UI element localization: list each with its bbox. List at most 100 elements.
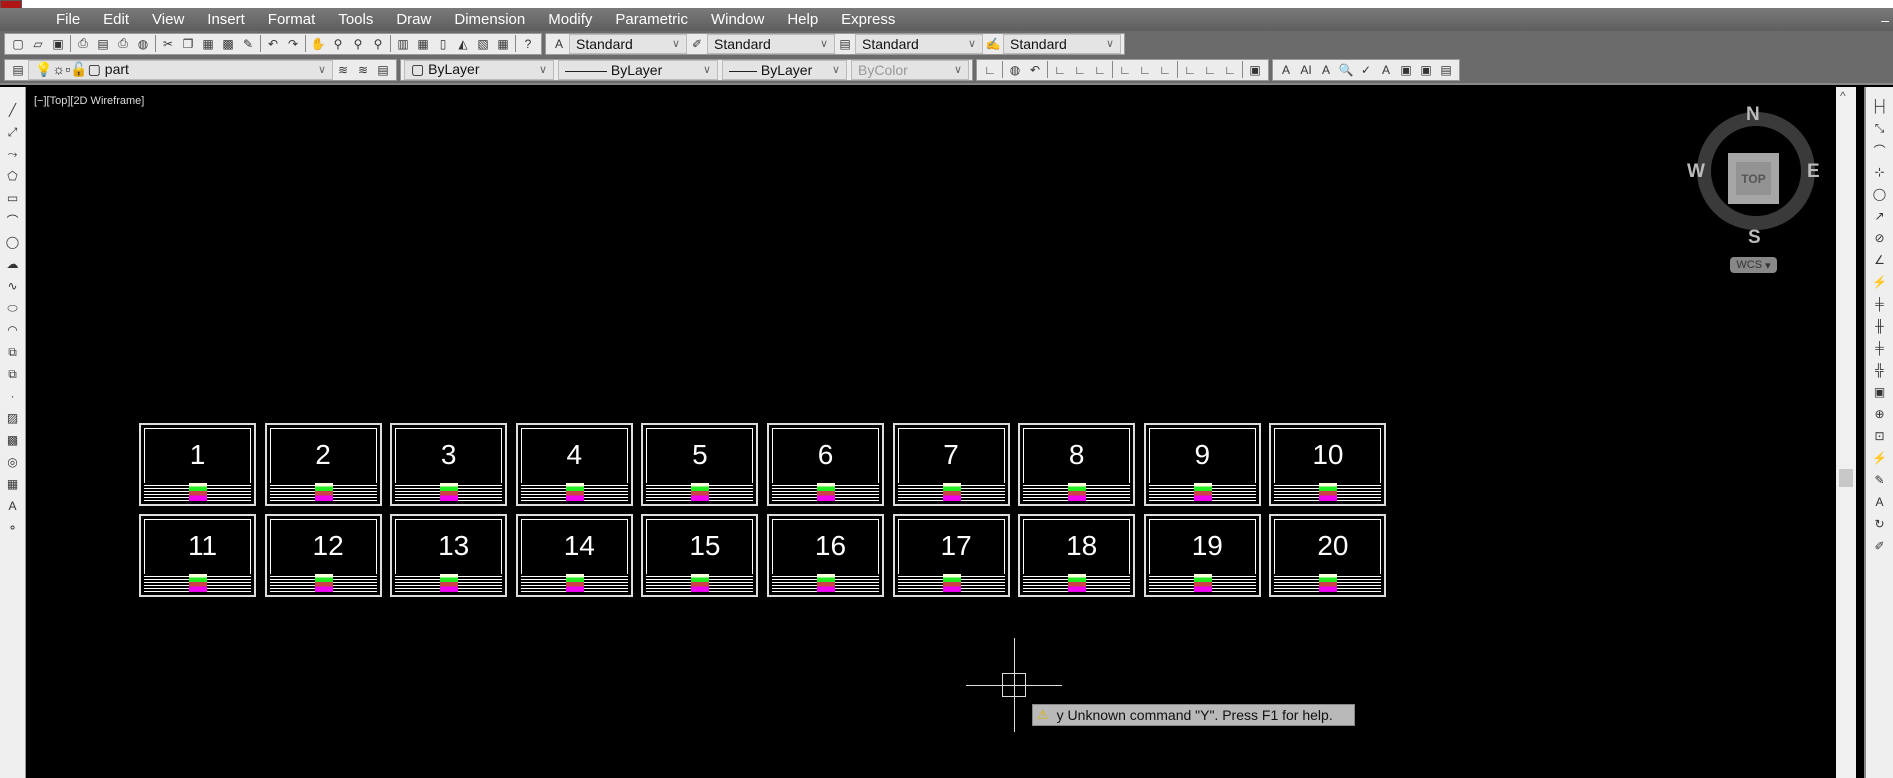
radius-icon[interactable]: ◯ xyxy=(1872,185,1888,203)
ucs-menu[interactable]: WCS ▾ xyxy=(1730,257,1777,273)
arc-icon[interactable]: ⌒ xyxy=(5,211,21,229)
3d-dwf-icon[interactable]: ◍ xyxy=(135,36,151,52)
sheet-layout[interactable]: 16 xyxy=(767,514,884,597)
compass-east[interactable]: E xyxy=(1807,161,1820,183)
ellipse-icon[interactable]: ⬭ xyxy=(5,299,21,317)
sheet-layout[interactable]: 15 xyxy=(641,514,759,597)
sheet-layout[interactable]: 10 xyxy=(1269,423,1387,506)
plot-icon[interactable]: ⎙ xyxy=(75,36,91,52)
markup-icon[interactable]: ▧ xyxy=(475,36,491,52)
sheet-layout[interactable]: 4 xyxy=(515,423,633,506)
table-icon[interactable]: ▦ xyxy=(5,475,21,493)
dim-break-icon[interactable]: ╬ xyxy=(1872,361,1888,379)
polyline-icon[interactable]: ⤳ xyxy=(5,145,21,163)
make-block-icon[interactable]: ⧉ xyxy=(5,365,21,383)
menu-insert[interactable]: Insert xyxy=(207,11,245,28)
circle-icon[interactable]: ◯ xyxy=(5,233,21,251)
ellipse-arc-icon[interactable]: ◠ xyxy=(5,321,21,339)
save-icon[interactable]: ▣ xyxy=(50,36,66,52)
dim-edit-icon[interactable]: ✎ xyxy=(1872,471,1888,489)
vertical-scrollbar[interactable]: ^ xyxy=(1836,87,1856,778)
point-icon[interactable]: · xyxy=(5,387,21,405)
multiline-text-icon[interactable]: A xyxy=(1278,62,1294,78)
ordinate-icon[interactable]: ⊹ xyxy=(1872,163,1888,181)
menu-edit[interactable]: Edit xyxy=(103,11,129,28)
sheet-layout[interactable]: 6 xyxy=(767,423,884,506)
ucs-3point-icon[interactable]: ∟ xyxy=(1157,62,1173,78)
match-properties-icon[interactable]: ✎ xyxy=(240,36,256,52)
quick-dim-icon[interactable]: ⚡ xyxy=(1872,273,1888,291)
continue-icon[interactable]: ╫ xyxy=(1872,317,1888,335)
sheet-layout[interactable]: 14 xyxy=(515,514,633,597)
menu-dimension[interactable]: Dimension xyxy=(454,11,525,28)
single-line-text-icon[interactable]: AI xyxy=(1298,62,1314,78)
sheet-layout[interactable]: 12 xyxy=(264,514,382,597)
sheet-layout[interactable]: 11 xyxy=(139,514,256,597)
compass-north[interactable]: N xyxy=(1746,104,1760,126)
scroll-up-icon[interactable]: ^ xyxy=(1840,89,1846,103)
jogged-linear-icon[interactable]: ⚡ xyxy=(1872,449,1888,467)
ucs-y-icon[interactable]: ∟ xyxy=(1202,62,1218,78)
menu-parametric[interactable]: Parametric xyxy=(615,11,688,28)
ucs-object-icon[interactable]: ∟ xyxy=(1072,62,1088,78)
sheet-layout[interactable]: 3 xyxy=(390,423,508,506)
hatch-icon[interactable]: ▨ xyxy=(5,409,21,427)
spell-check-icon[interactable]: ✓ xyxy=(1358,62,1374,78)
dim-update-icon[interactable]: ↻ xyxy=(1872,515,1888,533)
calculator-icon[interactable]: ▦ xyxy=(495,36,511,52)
linear-dim-icon[interactable]: ├┤ xyxy=(1871,97,1888,115)
menu-window[interactable]: Window xyxy=(711,11,764,28)
text-style-icon[interactable]: A xyxy=(1378,62,1394,78)
ucs-view-icon[interactable]: ∟ xyxy=(1092,62,1108,78)
menu-file[interactable]: File xyxy=(56,11,80,28)
ucs-origin-icon[interactable]: ∟ xyxy=(1117,62,1133,78)
scale-text-icon[interactable]: ▣ xyxy=(1398,62,1414,78)
justify-text-icon[interactable]: ▣ xyxy=(1418,62,1434,78)
compass-south[interactable]: S xyxy=(1748,227,1761,249)
color-select[interactable]: ▢ ByLayer ∨ xyxy=(404,59,554,80)
help-icon[interactable]: ? xyxy=(520,36,536,52)
dim-style-select[interactable]: Standard ∨ xyxy=(707,33,835,54)
sheet-layout[interactable]: 7 xyxy=(892,423,1010,506)
open-icon[interactable]: ▱ xyxy=(30,36,46,52)
sheet-layout[interactable]: 17 xyxy=(892,514,1010,597)
block-editor-icon[interactable]: ▩ xyxy=(220,36,236,52)
ucs-icon[interactable]: ∟ xyxy=(982,62,998,78)
dim-text-edit-icon[interactable]: A xyxy=(1872,493,1888,511)
angular-icon[interactable]: ∠ xyxy=(1872,251,1888,269)
edit-text-icon[interactable]: A xyxy=(1318,62,1334,78)
linetype-select[interactable]: ——— ByLayer ∨ xyxy=(558,59,718,80)
table-style-icon[interactable]: ▤ xyxy=(837,36,853,52)
layer-manager-icon[interactable]: ▤ xyxy=(10,62,26,78)
sheet-layout[interactable]: 19 xyxy=(1143,514,1261,597)
viewport-controls[interactable]: [−][Top][2D Wireframe] xyxy=(34,95,144,107)
sheet-set-icon[interactable]: ◭ xyxy=(455,36,471,52)
menu-modify[interactable]: Modify xyxy=(548,11,592,28)
ucs-previous-icon[interactable]: ↶ xyxy=(1027,62,1043,78)
jogged-icon[interactable]: ↗ xyxy=(1872,207,1888,225)
convert-space-icon[interactable]: ▤ xyxy=(1438,62,1454,78)
sheet-layout[interactable]: 13 xyxy=(390,514,508,597)
rectangle-icon[interactable]: ▭ xyxy=(5,189,21,207)
preview-icon[interactable]: ▤ xyxy=(95,36,111,52)
spline-icon[interactable]: ∿ xyxy=(5,277,21,295)
gradient-icon[interactable]: ▩ xyxy=(5,431,21,449)
redo-icon[interactable]: ↷ xyxy=(285,36,301,52)
ucs-x-icon[interactable]: ∟ xyxy=(1182,62,1198,78)
design-center-icon[interactable]: ▦ xyxy=(415,36,431,52)
zoom-realtime-icon[interactable]: ⚲ xyxy=(330,36,346,52)
mtext-icon[interactable]: A xyxy=(5,497,21,515)
new-icon[interactable]: ▢ xyxy=(10,36,26,52)
apply-ucs-icon[interactable]: ▣ xyxy=(1247,62,1263,78)
revision-cloud-icon[interactable]: ☁ xyxy=(5,255,21,273)
region-icon[interactable]: ◎ xyxy=(5,453,21,471)
sheet-layout[interactable]: 2 xyxy=(264,423,382,506)
arc-length-icon[interactable]: ⌒ xyxy=(1872,141,1888,159)
viewcube[interactable]: TOP N S E W WCS ▾ xyxy=(1680,100,1830,280)
menu-draw[interactable]: Draw xyxy=(396,11,431,28)
insert-block-icon[interactable]: ⧉ xyxy=(5,343,21,361)
window-controls[interactable]: – xyxy=(1881,12,1889,28)
inspection-icon[interactable]: ⊡ xyxy=(1872,427,1888,445)
tool-palettes-icon[interactable]: ▯ xyxy=(435,36,451,52)
add-selected-icon[interactable]: ⚬ xyxy=(5,519,21,537)
